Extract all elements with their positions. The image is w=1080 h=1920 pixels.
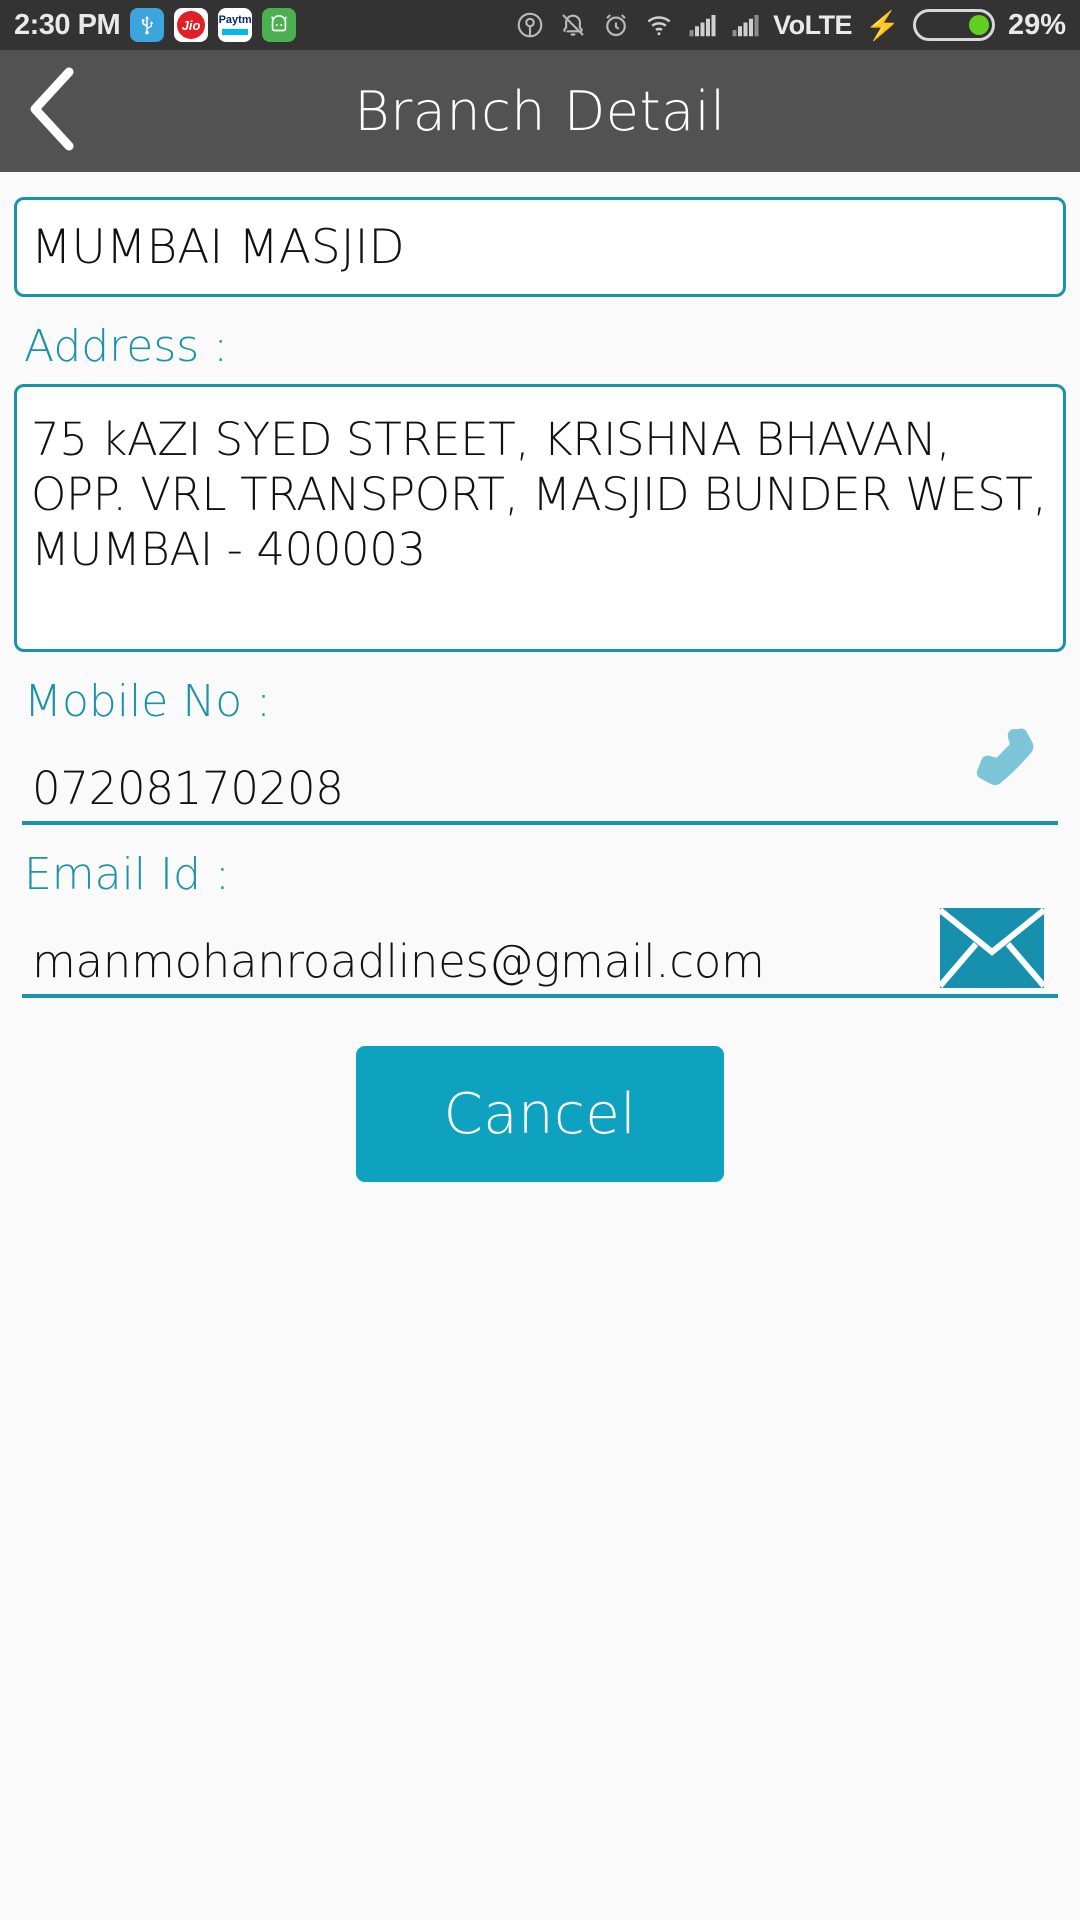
address-value: 75 kAZI SYED STREET, KRISHNA BHAVAN, OPP… (31, 413, 1047, 576)
branch-name-field[interactable]: MUMBAI MASJID (14, 197, 1066, 297)
address-label: Address : (24, 321, 229, 372)
phone-call-icon[interactable] (952, 719, 1044, 811)
page-title: Branch Detail (354, 79, 726, 143)
paytm-icon: Paytm (218, 8, 253, 42)
alarm-icon (601, 10, 631, 40)
back-chevron-icon (23, 64, 87, 159)
status-bar: 2:30 PM Jio Paytm VoLTE ⚡ 29% (0, 0, 1080, 50)
battery-percent-label: 29% (1007, 8, 1066, 41)
charging-bolt-icon: ⚡ (865, 9, 900, 41)
mobile-label: Mobile No : (24, 676, 271, 727)
branch-name-value: MUMBAI MASJID (31, 219, 405, 275)
mobile-field[interactable]: 07208170208 (22, 728, 1058, 825)
battery-icon (912, 9, 995, 41)
jio-icon: Jio (174, 8, 209, 42)
signal-sim2-icon (730, 10, 760, 40)
status-bar-clock: 2:30 PM (14, 8, 121, 41)
status-bar-right: VoLTE ⚡ 29% (515, 9, 1066, 42)
address-field[interactable]: 75 kAZI SYED STREET, KRISHNA BHAVAN, OPP… (14, 384, 1066, 652)
app-header: Branch Detail (0, 50, 1080, 172)
location-icon (515, 10, 545, 40)
email-field[interactable]: manmohanroadlines@gmail.com (22, 907, 1058, 998)
signal-sim1-icon (687, 10, 717, 40)
notifications-off-icon (558, 10, 588, 40)
mobile-value: 07208170208 (32, 762, 344, 815)
email-label: Email Id : (24, 849, 230, 900)
volte-label: VoLTE (773, 9, 853, 40)
usb-icon (130, 8, 165, 42)
email-value: manmohanroadlines@gmail.com (32, 935, 765, 988)
wifi-icon (644, 10, 674, 40)
green-app-icon (262, 8, 297, 42)
cancel-button[interactable]: Cancel (356, 1046, 724, 1182)
branch-detail-form: MUMBAI MASJID Address : 75 kAZI SYED STR… (0, 197, 1080, 1182)
back-button[interactable] (0, 50, 110, 172)
envelope-icon[interactable] (937, 907, 1047, 988)
action-row: Cancel (14, 1046, 1066, 1182)
status-bar-left: 2:30 PM Jio Paytm (14, 8, 297, 42)
